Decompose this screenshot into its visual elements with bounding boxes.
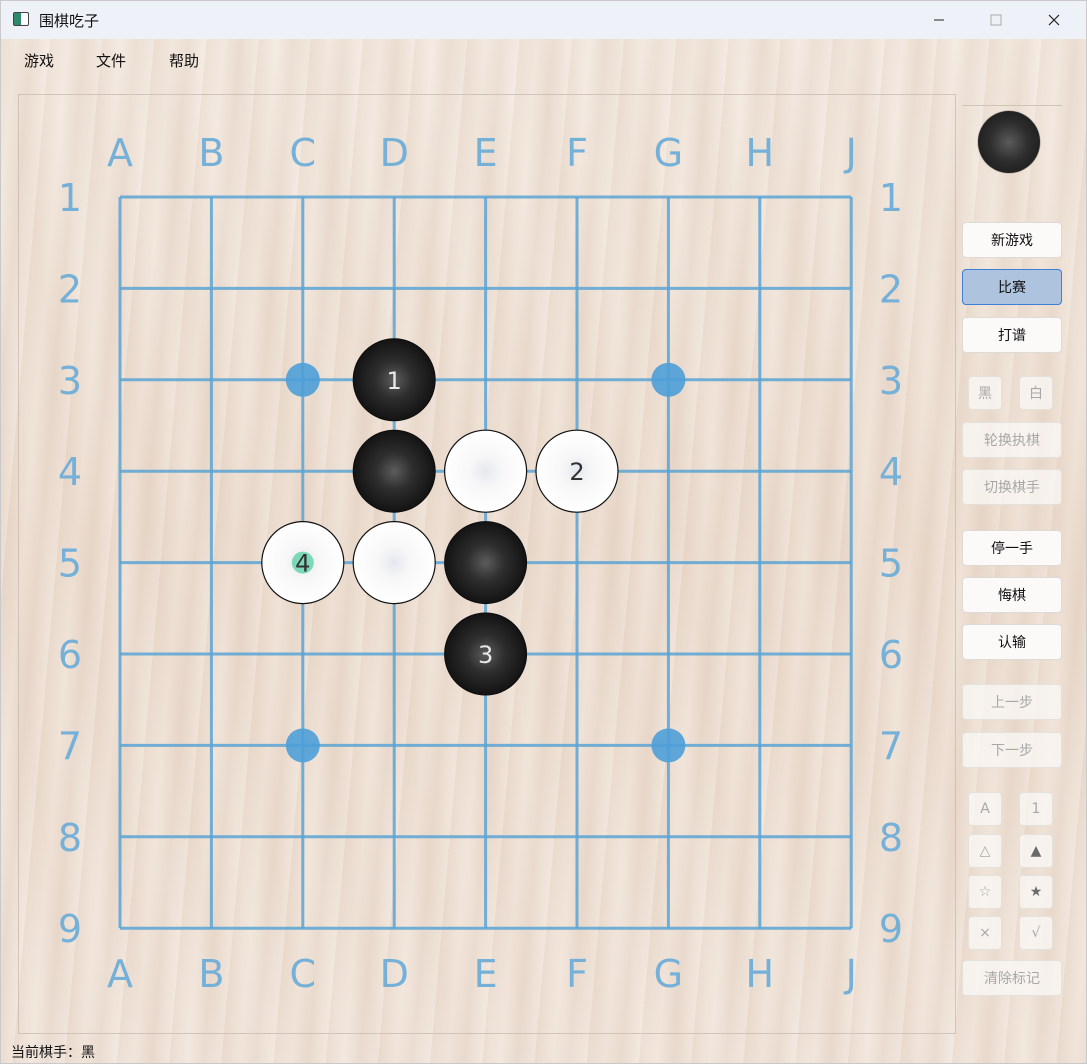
move-number-label: 2 [569, 458, 584, 486]
move-number-label: 4 [295, 550, 310, 578]
column-label-top: B [198, 131, 224, 175]
row-label-left: 9 [58, 907, 82, 951]
column-label-bottom: H [746, 952, 775, 996]
switch-player-button[interactable]: 切换棋手 [962, 469, 1062, 505]
close-button[interactable] [1031, 5, 1077, 35]
column-label-top: E [474, 131, 498, 175]
maximize-icon [990, 14, 1002, 26]
undo-button[interactable]: 悔棋 [962, 577, 1062, 613]
mark-letter-button[interactable]: A [968, 792, 1002, 826]
column-label-bottom: D [380, 952, 409, 996]
row-label-left: 2 [58, 267, 82, 311]
white-stone: 2 [535, 429, 619, 513]
white-stone [444, 429, 528, 513]
column-label-bottom: G [654, 952, 683, 996]
star-point [651, 362, 686, 397]
record-button[interactable]: 打谱 [962, 317, 1062, 353]
row-label-left: 8 [58, 816, 82, 860]
mark-star-filled-button[interactable]: ★ [1019, 875, 1053, 909]
mark-triangle-filled-button[interactable]: ▲ [1019, 834, 1053, 868]
rotate-button[interactable]: 轮换执棋 [962, 422, 1062, 458]
black-stone: 3 [444, 612, 528, 696]
mark-check-button[interactable]: √ [1019, 916, 1053, 950]
black-stone [444, 521, 528, 605]
row-label-right: 4 [879, 450, 903, 494]
black-stone [352, 429, 436, 513]
current-turn-stone [978, 111, 1040, 173]
resign-button[interactable]: 认输 [962, 624, 1062, 660]
column-label-top: D [380, 131, 409, 175]
maximize-button[interactable] [973, 5, 1019, 35]
star-point [651, 728, 686, 763]
column-label-bottom: F [566, 952, 588, 996]
black-stone: 1 [352, 338, 436, 422]
white-button[interactable]: 白 [1019, 376, 1053, 410]
row-label-right: 1 [879, 176, 903, 220]
new-game-button[interactable]: 新游戏 [962, 222, 1062, 258]
column-label-top: F [566, 131, 588, 175]
go-board[interactable]: AABBCCDDEEFFGGHHJJ1 12 23 34 45 56 67 78 89 9 124… [1, 1, 961, 1041]
column-label-top: C [290, 131, 317, 175]
mark-star-button[interactable]: ☆ [968, 875, 1002, 909]
white-stone [352, 520, 436, 605]
mark-number-button[interactable]: 1 [1019, 792, 1053, 826]
star-point [285, 728, 320, 763]
row-label-right: 8 [879, 816, 903, 860]
clear-marks-button[interactable]: 清除标记 [962, 960, 1062, 996]
pass-button[interactable]: 停一手 [962, 530, 1062, 566]
column-label-top: H [746, 131, 775, 175]
column-label-bottom: A [107, 952, 133, 996]
row-label-right: 3 [879, 359, 903, 403]
column-label-bottom: B [198, 952, 224, 996]
match-button[interactable]: 比赛 [962, 269, 1062, 305]
main-window: 围棋吃子 游戏 文件 帮助 AABB C C D D E E F F G G H… [0, 0, 1087, 1064]
next-step-button[interactable]: 下一步 [962, 732, 1062, 768]
row-label-right: 7 [879, 724, 903, 768]
row-label-left: 7 [58, 724, 82, 768]
column-label-top: G [654, 131, 683, 175]
row-label-left: 6 [58, 633, 82, 677]
column-label-bottom: E [474, 952, 498, 996]
column-label-top: J [844, 131, 857, 175]
column-label-bottom: J [844, 952, 857, 996]
row-label-right: 5 [879, 542, 903, 586]
row-label-left: 5 [58, 542, 82, 586]
row-label-left: 4 [58, 450, 82, 494]
move-number-label: 1 [387, 367, 402, 395]
mark-cross-button[interactable]: × [968, 916, 1002, 950]
prev-step-button[interactable]: 上一步 [962, 684, 1062, 720]
close-icon [1048, 14, 1060, 26]
column-label-top: A [107, 131, 133, 175]
move-number-label: 3 [478, 641, 493, 669]
black-button[interactable]: 黑 [968, 376, 1002, 410]
row-label-right: 2 [879, 267, 903, 311]
white-stone: 4 [261, 520, 345, 605]
row-label-left: 3 [58, 359, 82, 403]
column-label-bottom: C [290, 952, 317, 996]
status-bar: 当前棋手：黑 [11, 1045, 95, 1061]
star-point [285, 362, 320, 397]
row-label-right: 6 [879, 633, 903, 677]
mark-triangle-button[interactable]: △ [968, 834, 1002, 868]
row-label-left: 1 [58, 176, 82, 220]
row-label-right: 9 [879, 907, 903, 951]
